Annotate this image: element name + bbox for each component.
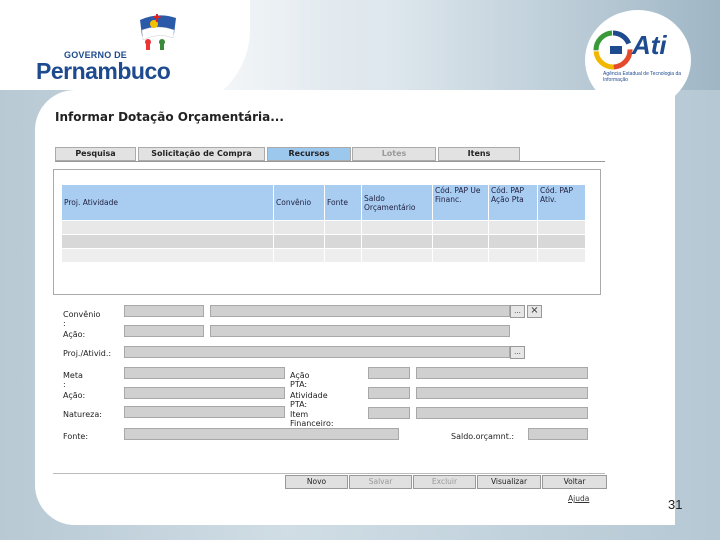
visualizar-button[interactable]: Visualizar <box>477 475 541 489</box>
atividade-pta-label: Atividade PTA: <box>290 391 328 409</box>
ati-subtitle: Agência Estadual de Tecnologia da Inform… <box>603 71 682 83</box>
acao-pta-label: Ação PTA: <box>290 371 310 389</box>
voltar-button[interactable]: Voltar <box>542 475 607 489</box>
col-saldo-orcamentario[interactable]: Saldo Orçamentário <box>361 184 433 221</box>
tab-underline <box>55 161 605 162</box>
col-convenio[interactable]: Convênio <box>273 184 325 221</box>
table-row[interactable] <box>61 248 586 263</box>
atividade-pta-desc-field[interactable] <box>416 387 588 399</box>
tab-solicitacao-compra[interactable]: Solicitação de Compra <box>138 147 265 161</box>
pernambuco-label: Pernambuco <box>36 58 171 84</box>
fonte-label: Fonte: <box>63 432 89 441</box>
acao-field-2[interactable] <box>124 387 285 399</box>
page-title: Informar Dotação Orçamentária... <box>55 110 284 124</box>
ati-name: Ati <box>632 30 667 60</box>
acao-code-field[interactable] <box>124 325 204 337</box>
ajuda-link[interactable]: Ajuda <box>568 494 589 503</box>
meta-field[interactable] <box>124 367 285 379</box>
saldo-orcamnt-label: Saldo.orçamnt.: <box>451 432 515 441</box>
recursos-grid: Proj. Atividade Convênio Fonte Saldo Orç… <box>61 184 586 263</box>
col-cod-pap-acao-pta[interactable]: Cód. PAP Ação Pta <box>488 184 538 221</box>
natureza-label: Natureza: <box>63 410 102 419</box>
saldo-orcamnt-field[interactable] <box>528 428 588 440</box>
acao-label: Ação: <box>63 330 86 339</box>
tab-lotes: Lotes <box>352 147 436 161</box>
acao-desc-field[interactable] <box>210 325 510 337</box>
acao-pta-code-field[interactable] <box>368 367 410 379</box>
page-number: 31 <box>668 497 683 512</box>
app-window: Informar Dotação Orçamentária... Pesquis… <box>53 105 621 505</box>
tab-bar: Pesquisa Solicitação de Compra Recursos … <box>55 147 605 161</box>
col-fonte[interactable]: Fonte <box>324 184 362 221</box>
item-financeiro-desc-field[interactable] <box>416 407 588 419</box>
col-cod-pap-ue-financ[interactable]: Cód. PAP Ue Financ. <box>432 184 489 221</box>
proj-ativid-label: Proj./Ativid.: <box>63 349 112 358</box>
natureza-field[interactable] <box>124 406 285 418</box>
item-financeiro-code-field[interactable] <box>368 407 410 419</box>
tab-itens[interactable]: Itens <box>438 147 520 161</box>
button-divider <box>53 473 605 474</box>
convenio-lookup-button[interactable]: ... <box>510 305 525 318</box>
acao-pta-desc-field[interactable] <box>416 367 588 379</box>
recursos-grid-panel: Proj. Atividade Convênio Fonte Saldo Orç… <box>53 169 601 295</box>
fonte-field[interactable] <box>124 428 399 440</box>
novo-button[interactable]: Novo <box>285 475 348 489</box>
pernambuco-flag-icon <box>140 14 176 50</box>
salvar-button: Salvar <box>349 475 412 489</box>
acao-label-2: Ação: <box>63 391 86 400</box>
convenio-desc-field[interactable] <box>210 305 510 317</box>
col-proj-atividade[interactable]: Proj. Atividade <box>61 184 274 221</box>
proj-ativid-lookup-button[interactable]: ... <box>510 346 525 359</box>
col-cod-pap-ativ[interactable]: Cód. PAP Ativ. <box>537 184 586 221</box>
excluir-button: Excluir <box>413 475 476 489</box>
convenio-label: Convênio : <box>63 310 101 328</box>
table-row[interactable] <box>61 234 586 249</box>
tab-pesquisa[interactable]: Pesquisa <box>55 147 136 161</box>
convenio-code-field[interactable] <box>124 305 204 317</box>
governo-pernambuco-logo: GOVERNO DE Pernambuco <box>36 12 186 84</box>
tab-recursos[interactable]: Recursos <box>267 147 351 161</box>
table-row[interactable] <box>61 220 586 235</box>
action-bar: Novo Salvar Excluir Visualizar Voltar <box>285 475 607 489</box>
proj-ativid-field[interactable] <box>124 346 510 358</box>
meta-label: Meta : <box>63 371 83 389</box>
convenio-clear-button[interactable]: × <box>527 305 542 318</box>
atividade-pta-code-field[interactable] <box>368 387 410 399</box>
item-financeiro-label: Item Financeiro: <box>290 410 334 428</box>
